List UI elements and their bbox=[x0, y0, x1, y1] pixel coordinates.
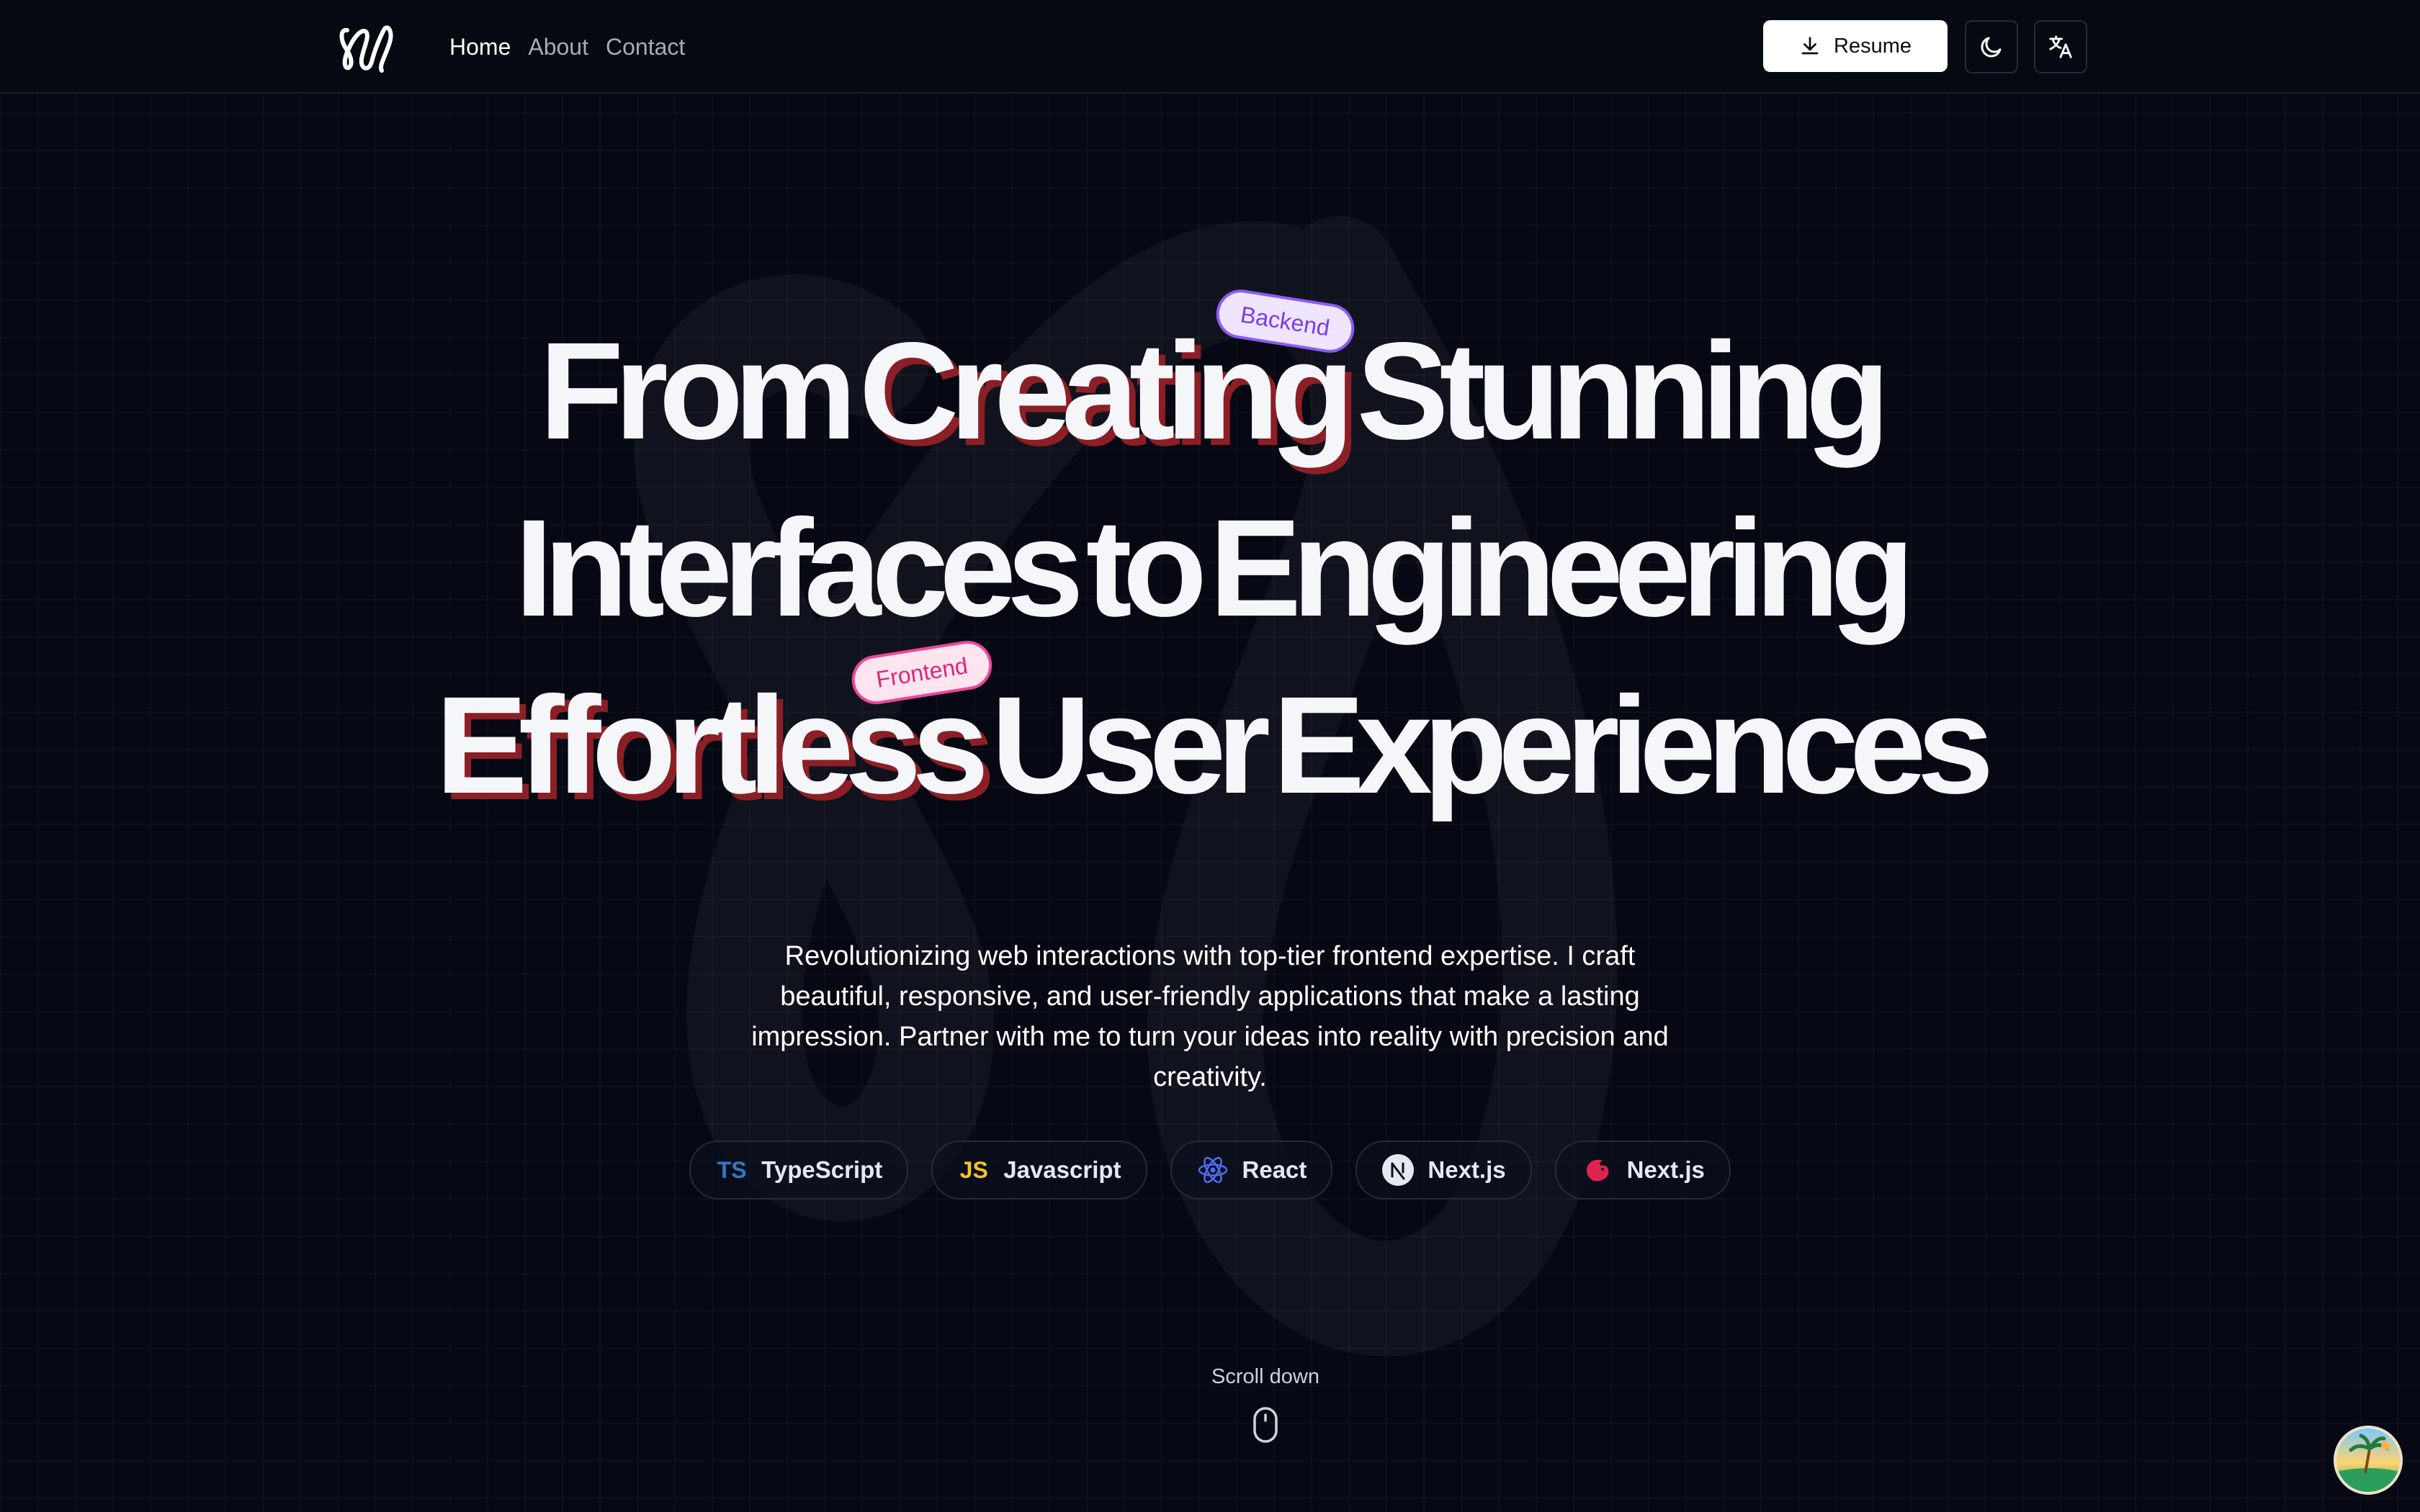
typescript-icon: TS bbox=[717, 1156, 747, 1183]
tech-label: Javascript bbox=[1003, 1156, 1121, 1183]
tech-label: Next.js bbox=[1626, 1156, 1705, 1183]
hero-word: User bbox=[991, 667, 1270, 822]
language-switch-button[interactable] bbox=[2034, 20, 2087, 73]
palm-tree-icon bbox=[2336, 1434, 2400, 1492]
translate-icon bbox=[2049, 35, 2072, 58]
hero-word: Interfaces bbox=[514, 490, 1084, 645]
scribble-logo-icon[interactable] bbox=[337, 19, 395, 76]
hero-word: From bbox=[539, 313, 857, 468]
nav-contact-link[interactable]: Contact bbox=[606, 29, 685, 65]
download-icon bbox=[1801, 37, 1819, 55]
react-icon bbox=[1198, 1156, 1227, 1184]
theme-toggle-button[interactable] bbox=[1965, 20, 2018, 73]
tech-pill-nestjs[interactable]: Next.js bbox=[1554, 1140, 1731, 1200]
nextjs-icon bbox=[1382, 1154, 1415, 1186]
nestjs-icon bbox=[1586, 1159, 1609, 1182]
javascript-icon: JS bbox=[959, 1156, 988, 1183]
tech-stack-list: TS TypeScript JS Javascript React Next.j… bbox=[0, 1140, 2420, 1200]
tech-label: React bbox=[1242, 1156, 1307, 1183]
tech-label: TypeScript bbox=[761, 1156, 883, 1183]
tech-pill-javascript[interactable]: JS Javascript bbox=[931, 1140, 1147, 1200]
nav-home-link[interactable]: Home bbox=[449, 29, 511, 65]
nav-about-link[interactable]: About bbox=[528, 29, 588, 65]
resume-label: Resume bbox=[1834, 34, 1912, 58]
tech-pill-react[interactable]: React bbox=[1170, 1140, 1333, 1200]
tech-label: Next.js bbox=[1428, 1156, 1506, 1183]
hero-word: Stunning bbox=[1356, 313, 1891, 468]
tech-pill-typescript[interactable]: TS TypeScript bbox=[689, 1140, 909, 1200]
moon-icon bbox=[1981, 37, 2002, 58]
hero-word: to bbox=[1085, 490, 1207, 645]
hero-line-3: EffortlessUserExperiences bbox=[0, 657, 2420, 834]
hero-line-1: FromCreatingStunning bbox=[0, 302, 2420, 480]
hero-word: Engineering bbox=[1209, 490, 1914, 645]
mouse-icon bbox=[1253, 1407, 1278, 1443]
resume-download-button[interactable]: Resume bbox=[1763, 20, 1948, 72]
tech-pill-nextjs[interactable]: Next.js bbox=[1355, 1140, 1532, 1200]
main-nav: Home About Contact bbox=[449, 29, 685, 65]
scroll-down-label: Scroll down bbox=[1211, 1365, 1319, 1388]
top-navbar: Home About Contact Resume bbox=[0, 0, 2420, 94]
hero-headline: FromCreatingStunning InterfacestoEnginee… bbox=[0, 302, 2420, 834]
scroll-down-indicator[interactable]: Scroll down bbox=[1138, 1365, 1393, 1447]
hero-word: Experiences bbox=[1273, 667, 1994, 822]
beach-avatar-icon[interactable] bbox=[2334, 1426, 2403, 1495]
hero-line-2: InterfacestoEngineering bbox=[0, 480, 2420, 657]
hero-subtitle: Revolutionizing web interactions with to… bbox=[751, 941, 1669, 1092]
